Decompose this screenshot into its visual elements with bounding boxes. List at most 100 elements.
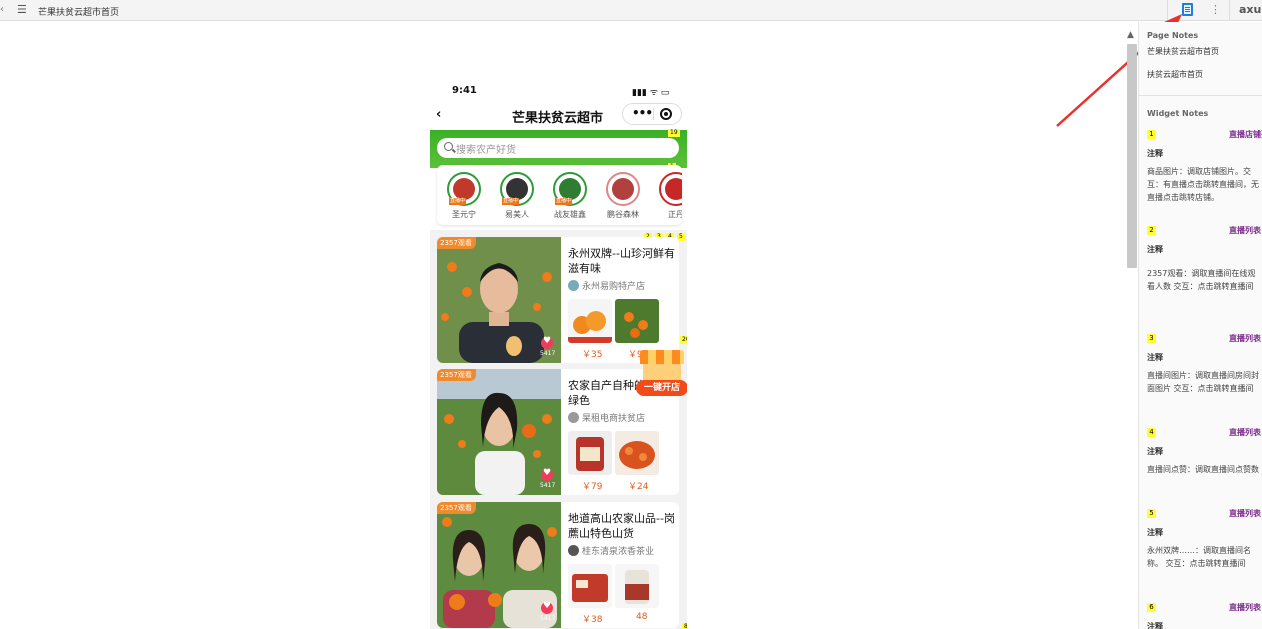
divider xyxy=(653,108,654,120)
shop-name: 圣元宁 xyxy=(452,210,476,219)
page-note-line: 芒果扶贫云超市首页 xyxy=(1147,47,1219,56)
product-image[interactable] xyxy=(615,564,659,608)
like-count: 5417 xyxy=(540,350,556,357)
note-number-badge: 6 xyxy=(1147,603,1156,612)
live-room-card[interactable]: 2357观看 5417 地道高山农家山品--岗藨山特色山货 桂东清泉浓香茶业 ￥… xyxy=(437,502,679,628)
viewer-count-badge: 2357观看 xyxy=(437,237,476,249)
product-price: 48 xyxy=(636,612,648,622)
note-text: 直播间图片：调取直播间房间封面图片 交互：点击跳转直播间 xyxy=(1147,371,1259,393)
widget-note: 4 直播列表 注释 直播间点赞：调取直播间点赞数 xyxy=(1147,427,1262,476)
signal-wifi-battery-icon: ▮▮▮ ᯤ ▭ xyxy=(632,88,670,98)
shop-item[interactable]: 直播中 易美人 xyxy=(494,172,540,220)
store-name[interactable]: 桂东清泉浓香茶业 xyxy=(568,544,654,557)
search-input[interactable]: 搜索农产好货 xyxy=(437,138,679,158)
live-room-card[interactable]: 2357观看 5417 永州双牌--山珍河鲜有滋有味 永州易购特产店 ￥35 ￥… xyxy=(437,237,679,363)
store-name[interactable]: 永州易购特产店 xyxy=(568,279,645,292)
status-bar: 9:41 ▮▮▮ ᯤ ▭ xyxy=(430,78,687,102)
widget-note: 2 直播列表 注释 2357观看：调取直播间在线观看人数 交互：点击跳转直播间 xyxy=(1147,225,1262,293)
search-icon xyxy=(444,142,453,151)
product-image[interactable] xyxy=(568,431,612,475)
note-number-badge: 2 xyxy=(1147,226,1156,235)
live-room-title: 地道高山农家山品--岗藨山特色山货 xyxy=(568,512,675,540)
live-cover-image[interactable]: 2357观看 5417 xyxy=(437,237,561,363)
store-name-text: 永州易购特产店 xyxy=(582,282,646,292)
product-image[interactable] xyxy=(568,564,612,608)
axure-logo: axur xyxy=(1239,3,1262,16)
scroll-up-icon[interactable]: ▲ xyxy=(1127,30,1134,40)
live-shop-list: 直播中 圣元宁 直播中 易美人 直播中 战友雄鑫 鹏谷森林 正丹 xyxy=(437,165,682,225)
more-options-icon[interactable]: ⋮ xyxy=(1210,3,1221,16)
shop-item[interactable]: 直播中 圣元宁 xyxy=(441,172,487,220)
note-widget-name[interactable]: 直播列表 xyxy=(1229,427,1261,438)
shop-item[interactable]: 鹏谷森林 xyxy=(600,172,646,220)
notes-panel: Page Notes 芒果扶贫云超市首页 扶贫云超市首页 Widget Note… xyxy=(1138,22,1262,629)
open-store-label: 一键开店 xyxy=(636,380,687,396)
note-widget-name[interactable]: 直播店铺列表 xyxy=(1229,129,1262,140)
store-avatar-icon xyxy=(568,545,579,556)
scrollbar-thumb[interactable] xyxy=(1127,44,1137,268)
shop-item[interactable]: 正丹 xyxy=(653,172,682,220)
note-number-badge: 3 xyxy=(1147,334,1156,343)
note-label: 注释 xyxy=(1147,353,1163,362)
shop-logo xyxy=(659,172,682,206)
heart-icon xyxy=(541,336,553,349)
note-label: 注释 xyxy=(1147,528,1163,537)
note-label: 注释 xyxy=(1147,245,1163,254)
note-label: 注释 xyxy=(1147,447,1163,456)
widget-notes-heading: Widget Notes xyxy=(1147,109,1209,118)
note-text: 直播间点赞：调取直播间点赞数 xyxy=(1147,465,1259,474)
product-price: ￥38 xyxy=(582,615,603,625)
shop-item[interactable]: 直播中 战友雄鑫 xyxy=(547,172,593,220)
live-badge: 直播中 xyxy=(449,198,466,205)
more-dots-icon[interactable]: ••• xyxy=(632,106,653,120)
live-cover-image[interactable]: 2357观看 5417 xyxy=(437,502,561,628)
live-cover-image[interactable]: 2357观看 5417 xyxy=(437,369,561,495)
collapse-left-icon[interactable]: ‹ xyxy=(0,4,8,15)
store-name-text: 桂东清泉浓香茶业 xyxy=(582,547,655,557)
back-arrow-icon[interactable]: ‹ xyxy=(436,107,441,122)
product-image[interactable] xyxy=(568,299,612,343)
note-widget-name[interactable]: 直播列表 xyxy=(1229,508,1261,519)
widget-note: 6 直播列表 注释 xyxy=(1147,602,1262,629)
store-name-text: 杲租电商扶贫店 xyxy=(582,414,646,424)
shop-name: 鹏谷森林 xyxy=(607,210,639,219)
product-image[interactable] xyxy=(615,431,659,475)
phone-preview: 9:41 ▮▮▮ ᯤ ▭ ‹ 芒果扶贫云超市 ••• 搜索农产好货 19 1 直… xyxy=(430,78,687,629)
note-label: 注释 xyxy=(1147,149,1163,158)
note-number-badge: 4 xyxy=(1147,428,1156,437)
store-name[interactable]: 杲租电商扶贫店 xyxy=(568,411,645,424)
annotation-marker: 19 xyxy=(668,129,680,137)
like-count: 5417 xyxy=(540,482,556,489)
shop-logo xyxy=(606,172,640,206)
shop-name: 正丹 xyxy=(668,210,682,219)
like-count: 5417 xyxy=(540,615,556,622)
nav-bar: ‹ 芒果扶贫云超市 ••• xyxy=(430,102,687,128)
note-widget-name[interactable]: 直播列表 xyxy=(1229,333,1261,344)
note-text: 2357观看：调取直播间在线观看人数 交互：点击跳转直播间 xyxy=(1147,269,1256,291)
page-title: 芒果扶贫云超市首页 xyxy=(38,8,120,18)
product-image[interactable] xyxy=(615,299,659,343)
note-widget-name[interactable]: 直播列表 xyxy=(1229,225,1261,236)
store-avatar-icon xyxy=(568,280,579,291)
live-room-title: 永州双牌--山珍河鲜有滋有味 xyxy=(568,247,675,275)
note-text: 商品图片：调取店铺图片。交互：有直播点击跳转直播间，无直播点击跳转店铺。 xyxy=(1147,167,1259,202)
store-awning-icon xyxy=(640,350,684,364)
miniprogram-capsule: ••• xyxy=(622,103,682,125)
note-widget-name[interactable]: 直播列表 xyxy=(1229,602,1261,613)
page-note-line: 扶贫云超市首页 xyxy=(1147,70,1203,79)
close-target-icon[interactable] xyxy=(660,108,672,120)
search-placeholder: 搜索农产好货 xyxy=(456,145,516,156)
page-notes-heading: Page Notes xyxy=(1147,31,1199,40)
menu-icon[interactable]: ☰ xyxy=(17,3,27,16)
viewer-count-badge: 2357观看 xyxy=(437,502,476,514)
shop-name: 易美人 xyxy=(505,210,529,219)
shop-name: 战友雄鑫 xyxy=(554,210,586,219)
product-price: ￥35 xyxy=(582,350,603,360)
note-label: 注释 xyxy=(1147,622,1163,629)
open-store-button[interactable]: 一键开店 xyxy=(636,350,687,402)
heart-icon xyxy=(541,601,553,614)
product-price: ￥79 xyxy=(582,482,603,492)
store-avatar-icon xyxy=(568,412,579,423)
live-badge: 直播中 xyxy=(555,198,572,205)
annotation-marker: 8 xyxy=(682,623,687,629)
